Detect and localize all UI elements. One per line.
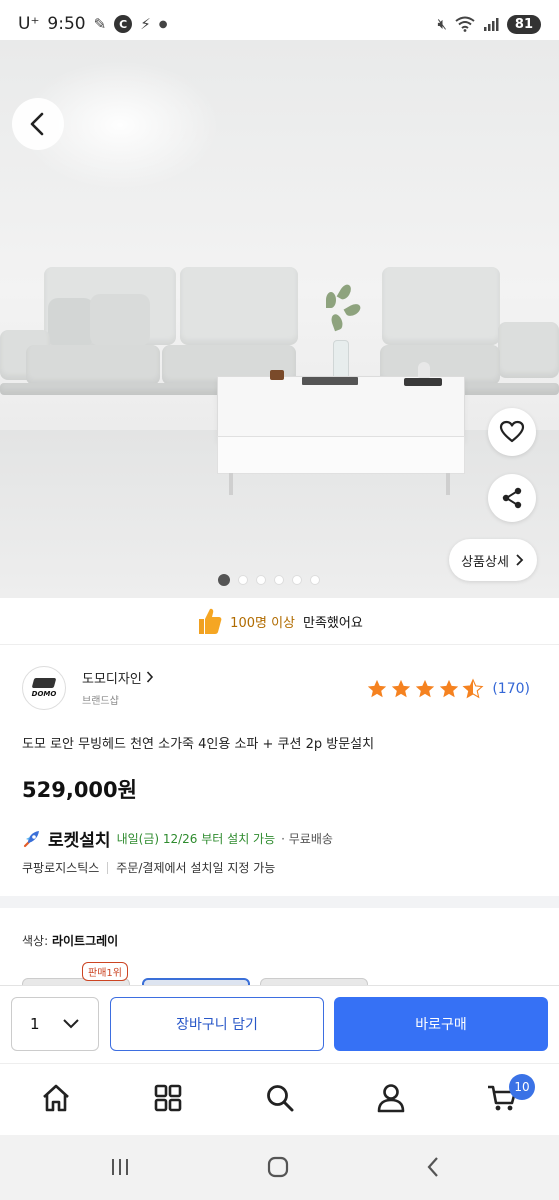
- dot-icon: ●: [158, 18, 168, 30]
- leaf-3: [343, 301, 363, 319]
- bolt-icon: ⚡: [140, 15, 151, 33]
- search-icon[interactable]: [264, 1082, 296, 1114]
- delivery-info: 로켓설치 내일(금) 12/26 부터 설치 가능 · 무료배송: [22, 826, 333, 851]
- chevron-right-icon: [146, 671, 154, 683]
- review-count-link[interactable]: (170): [492, 681, 530, 697]
- satisfaction-banner: 100명 이상 만족했어요: [0, 598, 559, 644]
- logistics-info: 쿠팡로지스틱스 주문/결제에서 설치일 지정 가능: [22, 859, 275, 876]
- quantity-selector[interactable]: 1: [11, 997, 99, 1051]
- table-leg-2: [446, 473, 450, 495]
- best-seller-badge: 판매1위: [82, 962, 128, 981]
- color-swatch-row: 판매1위: [22, 962, 542, 986]
- satisfaction-highlight: 100명 이상: [230, 615, 295, 631]
- category-icon[interactable]: [152, 1082, 184, 1114]
- carousel-dot[interactable]: [292, 575, 302, 585]
- chevron-right-icon: [516, 554, 524, 566]
- rating-summary[interactable]: (170): [366, 678, 530, 700]
- install-note: 주문/결제에서 설치일 지정 가능: [116, 861, 276, 875]
- carousel-dot[interactable]: [310, 575, 320, 585]
- logistics-provider: 쿠팡로지스틱스: [22, 861, 100, 875]
- chevron-left-icon: [30, 112, 44, 136]
- product-image-carousel[interactable]: 상품상세: [0, 40, 559, 598]
- heart-icon: [499, 420, 525, 443]
- home-button-icon[interactable]: [266, 1155, 290, 1179]
- back-icon[interactable]: [422, 1155, 446, 1179]
- seller-row[interactable]: DOMO 도모디자인 브랜드샵 (170): [22, 666, 542, 712]
- carousel-dot[interactable]: [218, 574, 230, 586]
- thumbs-up-icon: [199, 608, 222, 634]
- leaf-1: [326, 292, 336, 308]
- sofa-right-arm: [498, 322, 559, 378]
- sofa-right-back: [382, 267, 500, 345]
- quantity-value: 1: [30, 1015, 40, 1033]
- purchase-action-bar: 1 장바구니 담기 바로구매: [0, 985, 559, 1063]
- seller-name: 도모디자인: [82, 672, 142, 687]
- recent-apps-icon[interactable]: [108, 1155, 132, 1179]
- color-option-value: 라이트그레이: [51, 934, 119, 948]
- like-button[interactable]: [488, 408, 536, 456]
- wifi-icon: [455, 16, 475, 32]
- back-button[interactable]: [12, 98, 64, 150]
- rocket-install-label: 로켓설치: [48, 831, 111, 851]
- star-icon: [416, 679, 435, 698]
- table-decor: [404, 378, 442, 386]
- system-navigation-bar: [0, 1135, 559, 1200]
- coffee-table-front: [217, 436, 465, 474]
- star-icon: [368, 679, 387, 698]
- table-book: [302, 377, 358, 385]
- chevron-down-icon: [63, 1019, 79, 1029]
- buy-now-button[interactable]: 바로구매: [334, 997, 548, 1051]
- rocket-install-icon: [23, 830, 39, 847]
- carousel-dot[interactable]: [238, 575, 248, 585]
- carousel-dot[interactable]: [256, 575, 266, 585]
- color-option-prefix: 색상:: [22, 934, 49, 948]
- carousel-dot[interactable]: [274, 575, 284, 585]
- table-cup: [270, 370, 284, 380]
- c-badge-icon: C: [114, 15, 133, 33]
- carousel-indicator: [218, 574, 320, 586]
- install-date: 내일(금) 12/26 부터 설치 가능: [116, 832, 276, 846]
- cart-count-badge: 10: [509, 1074, 535, 1100]
- divider: [0, 644, 559, 645]
- table-lamp: [418, 362, 430, 378]
- product-price: 529,000원: [22, 778, 137, 802]
- half-star-icon: [462, 678, 484, 699]
- product-title: 도모 로안 무빙헤드 천연 소가죽 4인용 소파 + 쿠션 2p 방문설치: [22, 737, 375, 752]
- leaf-4: [329, 312, 345, 332]
- product-detail-label: 상품상세: [461, 554, 509, 570]
- pillow-1: [48, 298, 94, 346]
- leaf-2: [336, 282, 354, 302]
- brand-logo[interactable]: DOMO: [22, 666, 66, 710]
- star-icon: [392, 679, 411, 698]
- seller-subtitle: 브랜드샵: [82, 696, 119, 707]
- color-option-label: 색상: 라이트그레이: [22, 932, 118, 949]
- pillow-2: [90, 294, 150, 346]
- separator: [107, 861, 109, 874]
- carrier-label: U⁺: [18, 14, 40, 34]
- free-shipping: · 무료배송: [281, 832, 333, 846]
- bottom-navigation: 10: [0, 1063, 559, 1135]
- brand-logo-text: DOMO: [31, 690, 57, 698]
- share-button[interactable]: [488, 474, 536, 522]
- product-detail-button[interactable]: 상품상세: [449, 539, 537, 581]
- sofa-left-back-2: [180, 267, 298, 345]
- seller-name-link[interactable]: 도모디자인: [82, 668, 154, 687]
- share-icon: [502, 487, 522, 509]
- mute-icon: 🔇︎: [437, 15, 447, 33]
- status-time: 9:50: [47, 14, 86, 34]
- plant-vase: [333, 340, 349, 380]
- battery-indicator: 81: [506, 14, 541, 34]
- pen-icon: ✎: [93, 15, 107, 33]
- sofa-left-seat-1: [26, 345, 160, 385]
- home-icon[interactable]: [40, 1082, 72, 1114]
- brand-logo-mark: [31, 678, 57, 688]
- table-leg-1: [229, 473, 233, 495]
- section-band: [0, 896, 559, 908]
- satisfaction-text: 만족했어요: [303, 615, 363, 631]
- add-to-cart-button[interactable]: 장바구니 담기: [110, 997, 324, 1051]
- star-icon: [440, 679, 459, 698]
- signal-icon: [483, 18, 499, 31]
- account-icon[interactable]: [375, 1082, 407, 1114]
